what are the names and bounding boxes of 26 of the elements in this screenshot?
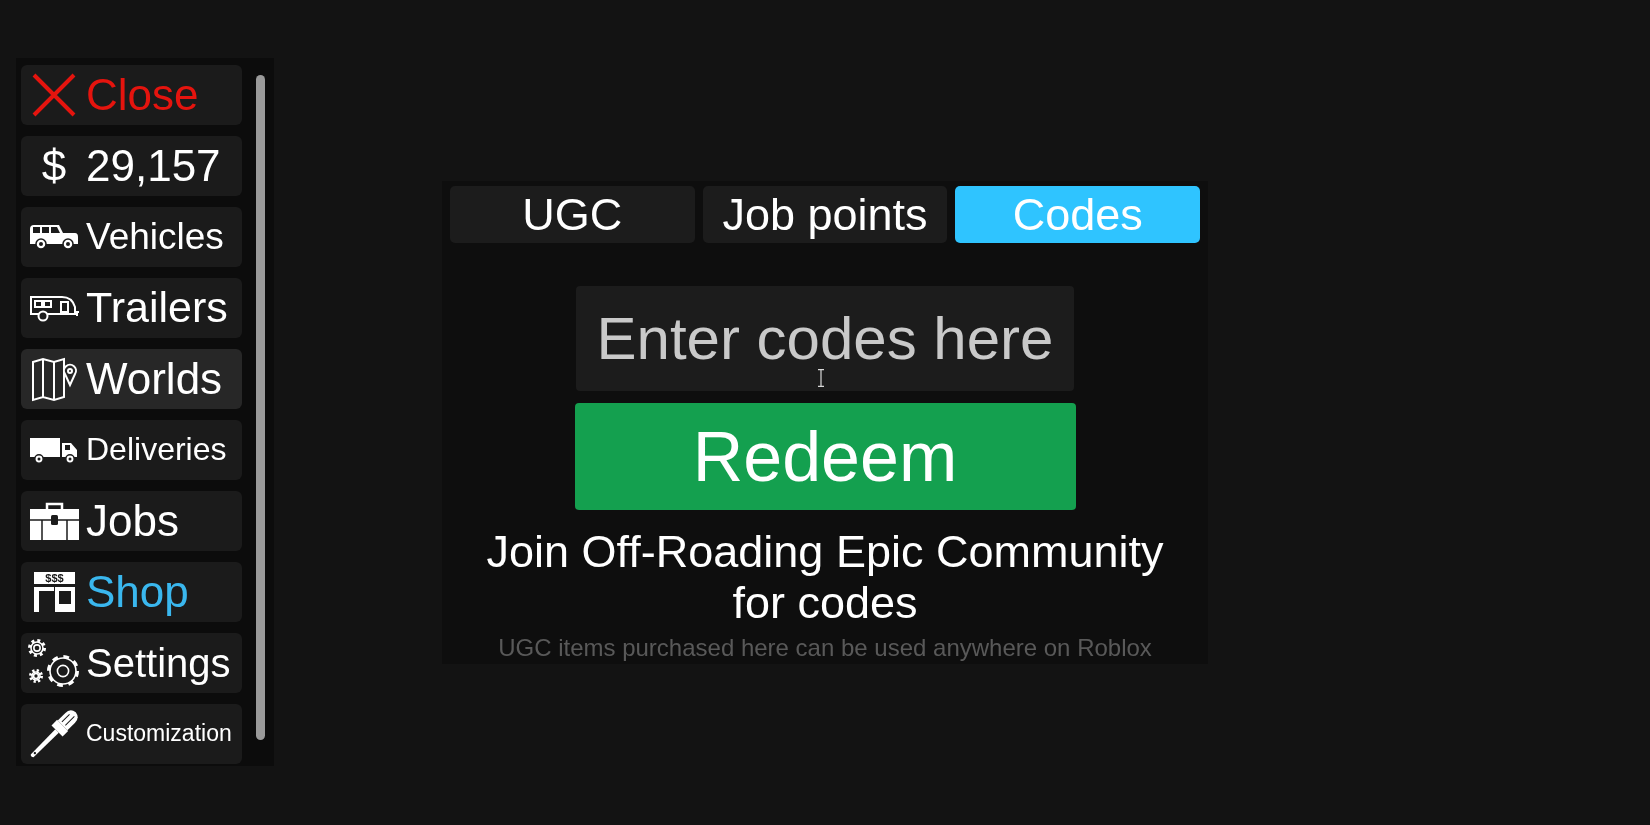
box-truck-icon <box>30 436 78 464</box>
close-button[interactable]: Close <box>21 65 242 125</box>
sidebar-item[interactable]: Worlds <box>21 349 242 409</box>
camper-trailer-icon <box>28 294 80 322</box>
sidebar-item[interactable]: Jobs <box>21 491 242 551</box>
scrollbar-thumb[interactable] <box>256 75 265 740</box>
balance-amount: 29,157 <box>86 144 221 188</box>
community-hint-text: Join Off-Roading Epic Community for codes <box>485 526 1165 628</box>
close-icon <box>32 73 76 117</box>
suv-icon <box>29 224 79 250</box>
tab[interactable]: Job points <box>702 186 948 243</box>
code-input-field[interactable]: Enter codes here <box>576 286 1074 391</box>
sidebar-item[interactable]: Vehicles <box>21 207 242 267</box>
map-pin-icon <box>30 356 78 402</box>
ugc-footnote: UGC items purchased here can be used anywhere on Roblox <box>498 634 1152 662</box>
briefcase-icon <box>29 502 79 540</box>
text-cursor-icon <box>817 369 825 387</box>
sidebar-item[interactable]: $$$ Shop <box>21 562 242 622</box>
sidebar-item[interactable]: Trailers <box>21 278 242 338</box>
gears-icon <box>27 637 81 689</box>
tab[interactable]: UGC <box>450 186 695 243</box>
sidebar-item[interactable]: Settings <box>21 633 242 693</box>
sidebar-item[interactable]: Customization <box>21 704 242 764</box>
paintbrush-icon <box>29 710 79 758</box>
currency-symbol: $ <box>41 144 67 188</box>
sidebar-item[interactable]: Deliveries <box>21 420 242 480</box>
